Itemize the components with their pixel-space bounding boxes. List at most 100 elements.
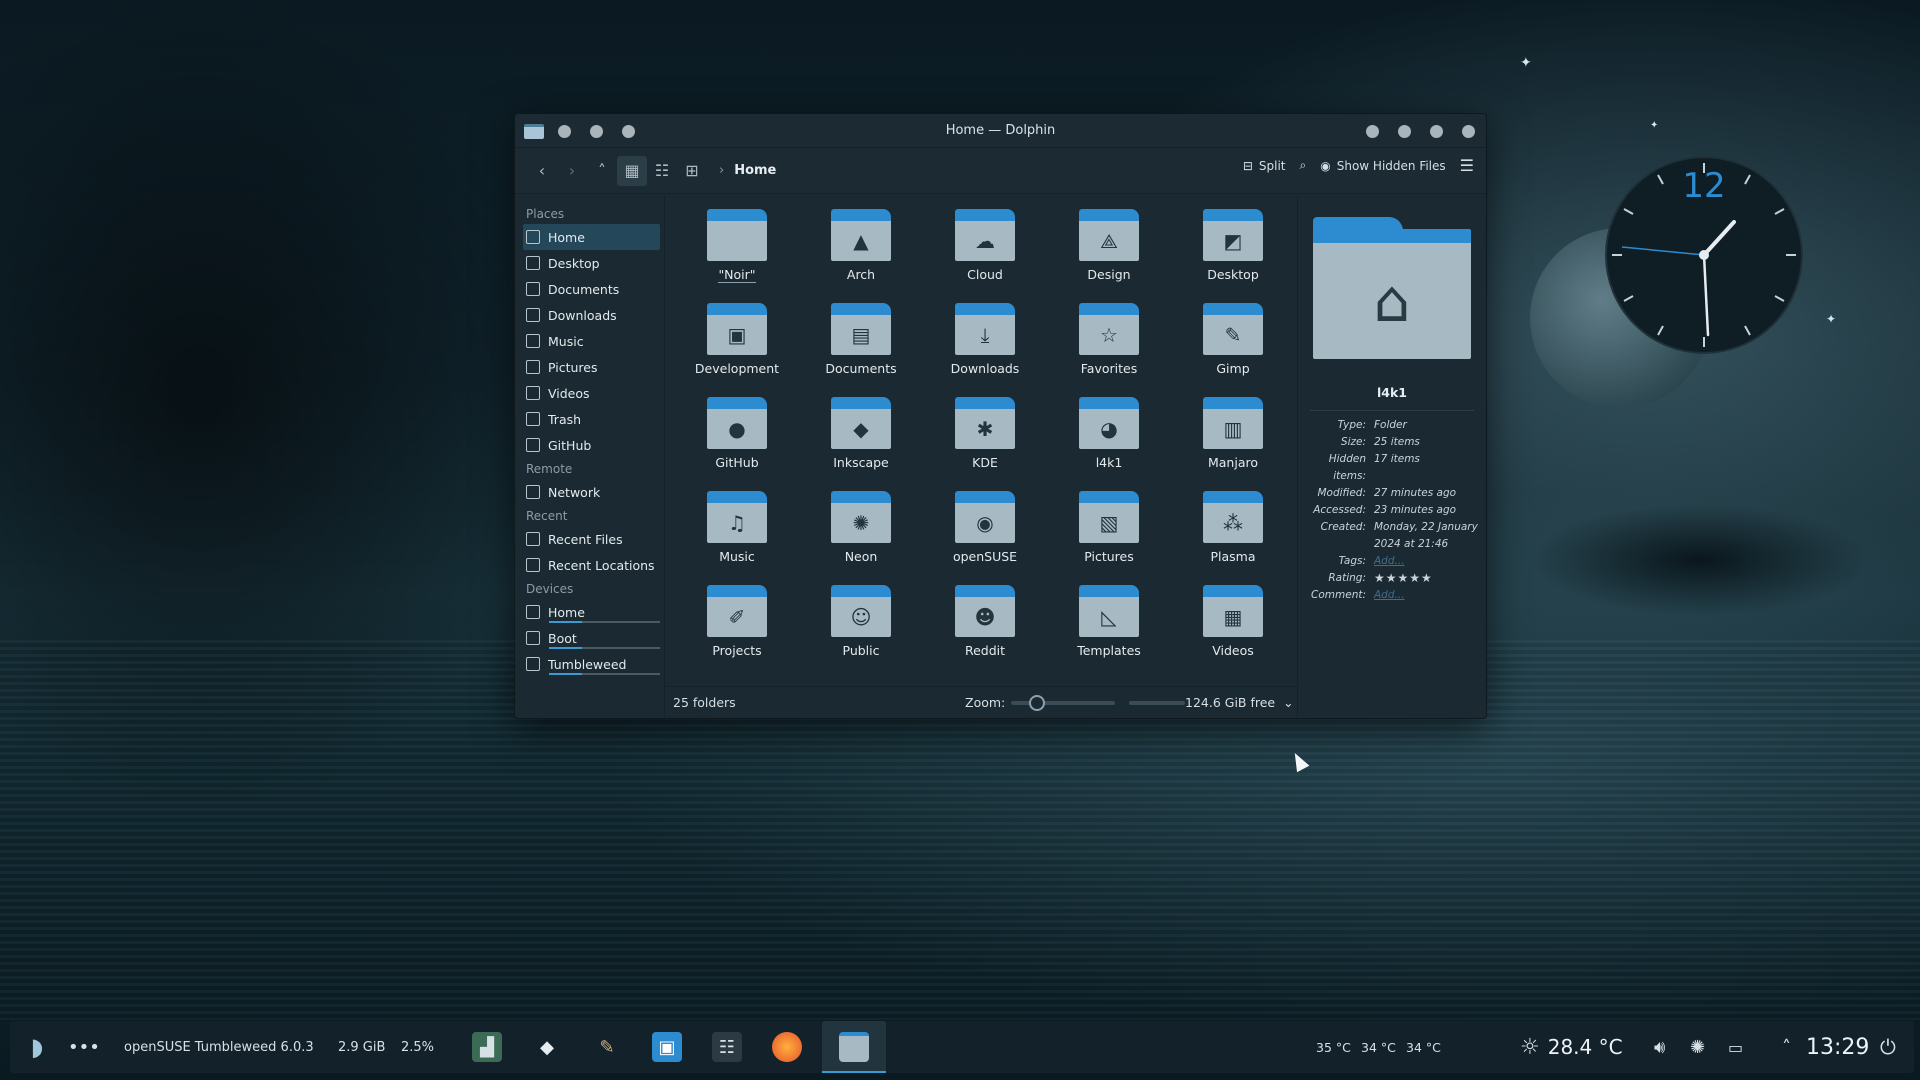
details-view-icon[interactable]: ⊞ — [677, 156, 707, 186]
folder-item[interactable]: ▤ Documents — [799, 303, 923, 397]
folder-item[interactable]: ◉ openSUSE — [923, 491, 1047, 585]
folder-icon: ☆ — [1079, 303, 1139, 355]
add-tags-link[interactable]: Add... — [1374, 553, 1405, 570]
dolphin-window[interactable]: Home — Dolphin ‹ › ˄ ▦ ☷ ⊞ › Home ⊟ Spli… — [514, 113, 1487, 719]
tray-expand-button[interactable]: ˄ — [1782, 1021, 1791, 1073]
folder-item[interactable]: ✐ Projects — [675, 585, 799, 679]
sidebar-item-pictures[interactable]: Pictures — [523, 354, 664, 380]
forward-icon[interactable]: › — [557, 156, 587, 186]
search-button[interactable]: ⌕ — [1300, 158, 1307, 173]
folder-label: Documents — [825, 361, 897, 376]
sidebar-item-recent-files[interactable]: Recent Files — [523, 526, 664, 552]
task-inkscape[interactable]: ◆ — [532, 1021, 562, 1073]
sidebar-item-documents[interactable]: Documents — [523, 276, 664, 302]
rating-stars[interactable]: ★★★★★ — [1374, 570, 1433, 587]
task-system-monitor[interactable]: ▟ — [472, 1021, 502, 1073]
breadcrumb[interactable]: › Home — [719, 163, 776, 178]
digital-clock[interactable]: 13:29 — [1806, 1021, 1869, 1073]
folder-label: Arch — [846, 267, 876, 282]
overflow-menu-button[interactable]: ••• — [68, 1021, 100, 1073]
sidebar-item-label: Videos — [548, 385, 590, 401]
power-button[interactable]: ⏻ — [1880, 1021, 1896, 1073]
analog-clock-widget[interactable]: 12 — [1604, 155, 1804, 355]
folder-icon: ✎ — [1203, 303, 1263, 355]
folder-item[interactable]: "Noir" — [675, 209, 799, 303]
folder-item[interactable]: ✱ KDE — [923, 397, 1047, 491]
network-tray-button[interactable]: ▭ — [1728, 1021, 1743, 1073]
brightness-button[interactable]: ✺ — [1690, 1021, 1705, 1073]
folder-item[interactable]: ☁ Cloud — [923, 209, 1047, 303]
folder-item[interactable]: ⟁ Design — [1047, 209, 1171, 303]
folder-item[interactable]: ☺ Public — [799, 585, 923, 679]
sidebar-item-home[interactable]: Home — [523, 599, 664, 625]
sidebar-item-videos[interactable]: Videos — [523, 380, 664, 406]
sidebar-item-home[interactable]: Home — [523, 224, 660, 250]
folder-icon: ◩ — [1203, 209, 1263, 261]
window-maximize-button[interactable] — [1430, 125, 1443, 138]
breadcrumb-home[interactable]: Home — [734, 163, 776, 178]
folder-item[interactable]: ☆ Favorites — [1047, 303, 1171, 397]
folder-item[interactable]: ◆ Inkscape — [799, 397, 923, 491]
file-view[interactable]: "Noir" ▲ Arch ☁ Cloud ⟁ Design ◩ Desktop ▣ Develop… — [665, 195, 1298, 718]
app-launcher-button[interactable]: ◗ — [22, 1021, 52, 1073]
folder-item[interactable]: ⁂ Plasma — [1171, 491, 1295, 585]
folder-item[interactable]: ⤓ Downloads — [923, 303, 1047, 397]
back-icon[interactable]: ‹ — [527, 156, 557, 186]
sidebar-item-downloads[interactable]: Downloads — [523, 302, 664, 328]
compact-view-icon[interactable]: ☷ — [647, 156, 677, 186]
folder-item[interactable]: ▥ Manjaro — [1171, 397, 1295, 491]
info-row: Hidden items: 17 items — [1328, 453, 1420, 482]
window-close-button[interactable] — [1462, 125, 1475, 138]
sidebar-item-label: Pictures — [548, 359, 598, 375]
weather-widget[interactable]: ☼ 28.4 °C — [1520, 1021, 1623, 1073]
add-comment-link[interactable]: Add... — [1374, 587, 1405, 604]
sidebar-item-github[interactable]: GitHub — [523, 432, 664, 458]
task-discover[interactable]: ▣ — [652, 1021, 682, 1073]
sidebar-item-recent-locations[interactable]: Recent Locations — [523, 552, 664, 578]
hamburger-menu-button[interactable]: ☰ — [1460, 156, 1474, 175]
sidebar-item-music[interactable]: Music — [523, 328, 664, 354]
folder-item[interactable]: ● GitHub — [675, 397, 799, 491]
folder-item[interactable]: ✎ Gimp — [1171, 303, 1295, 397]
volume-button[interactable]: 🔊︎ — [1654, 1021, 1665, 1073]
sidebar-item-tumbleweed[interactable]: Tumbleweed — [523, 651, 664, 677]
up-icon[interactable]: ˄ — [587, 156, 617, 186]
folder-item[interactable]: ◩ Desktop — [1171, 209, 1295, 303]
split-button[interactable]: ⊟ Split — [1243, 159, 1286, 173]
task-dolphin[interactable] — [822, 1021, 886, 1073]
folder-item[interactable]: ▧ Pictures — [1047, 491, 1171, 585]
sidebar-item-network[interactable]: Network — [523, 479, 664, 505]
folder-item[interactable]: ▲ Arch — [799, 209, 923, 303]
folder-item[interactable]: ◕ l4k1 — [1047, 397, 1171, 491]
folder-label: l4k1 — [1095, 455, 1123, 470]
folder-item[interactable]: ▦ Videos — [1171, 585, 1295, 679]
zoom-slider-handle[interactable] — [1029, 694, 1046, 711]
window-help-button[interactable] — [1366, 125, 1379, 138]
task-settings[interactable]: ☷ — [712, 1021, 742, 1073]
icons-view-icon[interactable]: ▦ — [617, 155, 647, 186]
folder-item[interactable]: ◺ Templates — [1047, 585, 1171, 679]
task-gimp[interactable]: ✎ — [592, 1021, 622, 1073]
free-space-button[interactable]: 124.6 GiB free ⌄ — [1185, 695, 1294, 710]
folder-icon: ▥ — [1203, 397, 1263, 449]
folder-item[interactable]: ▣ Development — [675, 303, 799, 397]
sidebar-item-desktop[interactable]: Desktop — [523, 250, 664, 276]
folder-label: Templates — [1077, 643, 1141, 658]
folder-item[interactable]: ♫ Music — [675, 491, 799, 585]
sidebar-item-label: Trash — [548, 411, 582, 427]
title-bar[interactable]: Home — Dolphin — [515, 114, 1486, 148]
show-hidden-files-button[interactable]: ◉ Show Hidden Files — [1320, 159, 1445, 173]
network-tray-icon: ▭ — [1728, 1037, 1744, 1057]
folder-item[interactable]: ☻ Reddit — [923, 585, 1047, 679]
info-row-tags: Tags: Add... — [1306, 553, 1478, 570]
device-usage-bar — [549, 647, 660, 649]
firefox-icon — [772, 1032, 802, 1062]
task-firefox[interactable] — [772, 1021, 802, 1073]
sidebar-item-label: Boot — [548, 630, 577, 646]
sidebar-item-trash[interactable]: Trash — [523, 406, 664, 432]
window-minimize-button[interactable] — [1398, 125, 1411, 138]
zoom-slider[interactable] — [1011, 694, 1116, 711]
folder-item[interactable]: ✺ Neon — [799, 491, 923, 585]
sidebar-item-boot[interactable]: Boot — [523, 625, 664, 651]
drive-icon — [526, 657, 540, 671]
